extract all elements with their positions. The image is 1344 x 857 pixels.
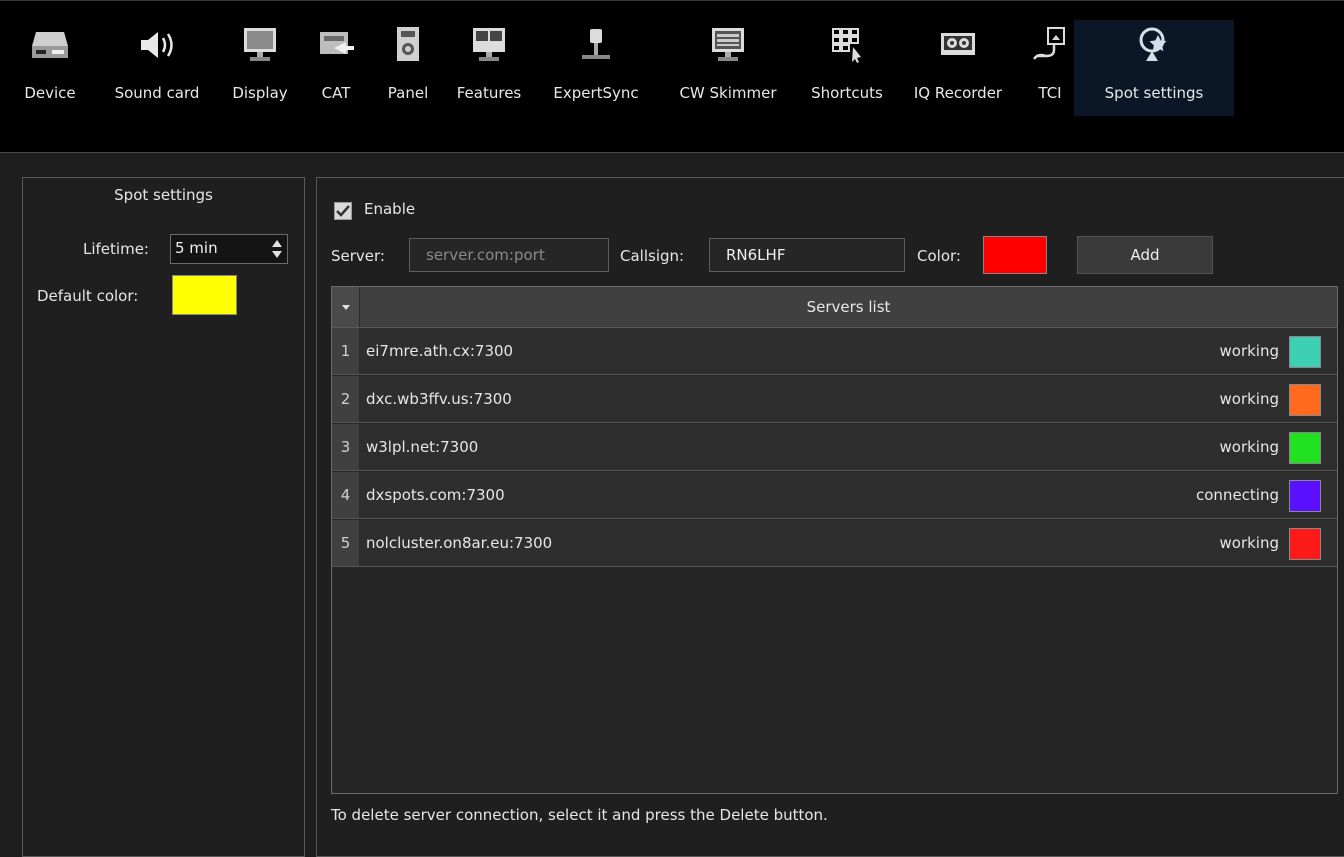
triangle-down-icon (342, 305, 350, 310)
lifetime-spinbox[interactable]: 5 min (170, 234, 288, 264)
connection-status: working (1219, 390, 1280, 408)
server-label: Server: (331, 247, 385, 265)
keyboard-icon (658, 20, 798, 70)
panel-title: Spot settings (114, 186, 213, 204)
lifetime-value: 5 min (175, 239, 218, 257)
tci-icon (1028, 20, 1072, 70)
server-address: w3lpl.net:7300 (366, 438, 479, 456)
speaker-icon (96, 20, 218, 70)
row-number: 1 (332, 328, 360, 374)
tab-iq-recorder[interactable]: IQ Recorder (900, 20, 1016, 116)
server-color-swatch[interactable] (1289, 384, 1321, 416)
server-color-swatch[interactable] (983, 236, 1047, 274)
spinner-arrows-icon[interactable] (271, 238, 283, 260)
row-number: 2 (332, 376, 360, 422)
tab-cw-skimmer[interactable]: CW Skimmer (658, 20, 798, 116)
server-address: dxspots.com:7300 (366, 486, 505, 504)
tab-device[interactable]: Device (20, 20, 80, 116)
delete-hint: To delete server connection, select it a… (331, 806, 828, 824)
device-icon (20, 20, 80, 70)
table-row[interactable]: 4 dxspots.com:7300 connecting (332, 472, 1337, 519)
callsign-label: Callsign: (620, 247, 685, 265)
expertsync-icon (540, 20, 652, 70)
table-header: Servers list (332, 287, 1337, 328)
default-color-label: Default color: (37, 287, 139, 305)
servers-panel: Enable Server: server.com:port Callsign:… (316, 177, 1344, 857)
features-icon (444, 20, 534, 70)
tab-expertsync[interactable]: ExpertSync (540, 20, 652, 116)
table-row[interactable]: 1 ei7mre.ath.cx:7300 working (332, 328, 1337, 375)
lifetime-label: Lifetime: (83, 240, 149, 258)
color-label: Color: (917, 247, 961, 265)
tab-sound-card[interactable]: Sound card (96, 20, 218, 116)
server-color-swatch[interactable] (1289, 336, 1321, 368)
servers-list-header: Servers list (806, 298, 891, 316)
server-input[interactable]: server.com:port (409, 238, 609, 272)
monitor-icon (220, 20, 300, 70)
server-address: nolcluster.on8ar.eu:7300 (366, 534, 553, 552)
add-button[interactable]: Add (1077, 236, 1213, 274)
table-menu-button[interactable] (332, 287, 360, 327)
checkmark-icon (336, 205, 350, 217)
servers-table: Servers list 1 ei7mre.ath.cx:7300 working 2… (331, 286, 1338, 794)
connection-status: connecting (1196, 486, 1279, 504)
server-color-swatch[interactable] (1289, 432, 1321, 464)
tab-cat[interactable]: CAT (308, 20, 364, 116)
cat-icon (308, 20, 364, 70)
settings-toolbar: Device Sound card Display CAT Panel Feat… (0, 0, 1344, 153)
shortcuts-icon (798, 20, 896, 70)
tab-shortcuts[interactable]: Shortcuts (798, 20, 896, 116)
enable-label: Enable (364, 200, 416, 218)
server-address: dxc.wb3ffv.us:7300 (366, 390, 512, 408)
server-address: ei7mre.ath.cx:7300 (366, 342, 514, 360)
server-color-swatch[interactable] (1289, 480, 1321, 512)
connection-status: working (1219, 534, 1280, 552)
tab-display[interactable]: Display (220, 20, 300, 116)
connection-status: working (1219, 438, 1280, 456)
spot-icon (1074, 20, 1234, 70)
tab-tci[interactable]: TCI (1028, 20, 1072, 116)
table-row[interactable]: 5 nolcluster.on8ar.eu:7300 working (332, 520, 1337, 567)
row-number: 4 (332, 472, 360, 518)
table-row[interactable]: 3 w3lpl.net:7300 working (332, 424, 1337, 471)
callsign-input[interactable]: RN6LHF (709, 238, 905, 272)
connection-status: working (1219, 342, 1280, 360)
server-color-swatch[interactable] (1289, 528, 1321, 560)
table-row[interactable]: 2 dxc.wb3ffv.us:7300 working (332, 376, 1337, 423)
tab-panel[interactable]: Panel (376, 20, 440, 116)
spot-settings-panel: Spot settings Lifetime: 5 min Default co… (22, 177, 305, 857)
tape-icon (900, 20, 1016, 70)
panel-icon (376, 20, 440, 70)
default-color-swatch[interactable] (172, 275, 237, 315)
enable-checkbox[interactable] (334, 202, 352, 220)
tab-spot-settings[interactable]: Spot settings (1074, 20, 1234, 116)
row-number: 5 (332, 520, 360, 566)
row-number: 3 (332, 424, 360, 470)
tab-features[interactable]: Features (444, 20, 534, 116)
